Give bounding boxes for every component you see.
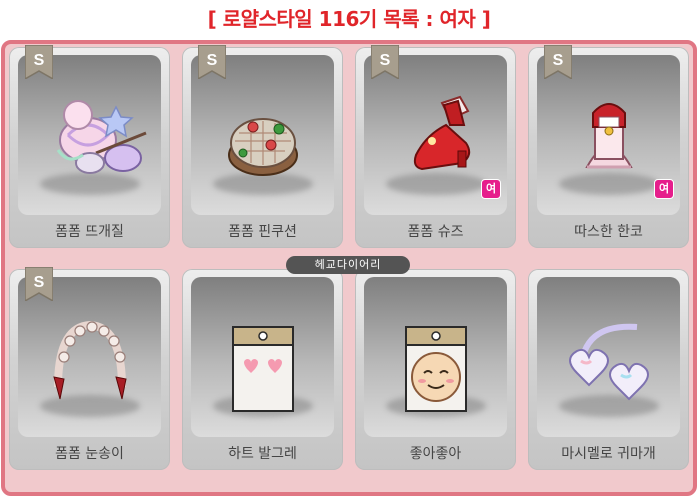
item-label: 마시멜로 귀마개 xyxy=(561,446,656,462)
item-label: 폼폼 슈즈 xyxy=(407,224,464,240)
svg-text:S: S xyxy=(34,52,45,69)
item-card-pompom-knitting[interactable]: S 폼폼 뜨개질 xyxy=(9,45,170,248)
svg-text:S: S xyxy=(207,52,218,69)
item-label: 폼폼 눈송이 xyxy=(55,446,124,462)
earmuffs-icon xyxy=(569,323,649,401)
watermark: 헤교다이어리 xyxy=(286,256,410,274)
item-label: 따스한 한코 xyxy=(574,224,643,240)
s-grade-badge-icon: S xyxy=(25,45,53,79)
female-badge: 여 xyxy=(654,179,674,199)
item-label: 좋아좋아 xyxy=(409,446,462,462)
item-card-likelike[interactable]: 좋아좋아 xyxy=(355,269,516,470)
item-card-warm-coat[interactable]: S 여 따스한 한코 xyxy=(528,45,689,248)
heart-blush-icon xyxy=(232,326,294,412)
female-badge: 여 xyxy=(481,179,501,199)
svg-text:S: S xyxy=(553,52,564,69)
pearl-ring-icon xyxy=(53,320,127,400)
item-card-marshmallow-earmuffs[interactable]: 마시멜로 귀마개 xyxy=(528,269,689,470)
s-grade-badge-icon: S xyxy=(25,267,53,301)
s-grade-badge-icon: S xyxy=(544,45,572,79)
item-card-pompom-pincushion[interactable]: S 폼폼 핀쿠션 xyxy=(182,45,343,248)
happy-face-icon xyxy=(405,326,467,412)
item-card-heart-blush[interactable]: 하트 발그레 xyxy=(182,269,343,470)
s-grade-badge-icon: S xyxy=(198,45,226,79)
pincushion-icon xyxy=(228,118,298,176)
s-grade-badge-icon: S xyxy=(371,45,399,79)
svg-text:S: S xyxy=(380,52,391,69)
item-label: 하트 발그레 xyxy=(228,446,297,462)
item-label: 폼폼 뜨개질 xyxy=(55,224,124,240)
page-title: [ 로얄스타일 116기 목록 : 여자 ] xyxy=(207,7,491,31)
item-card-pompom-shoes[interactable]: S 여 폼폼 슈즈 xyxy=(355,45,516,248)
item-label: 폼폼 핀쿠션 xyxy=(228,224,297,240)
item-card-pompom-snowflake[interactable]: S 폼폼 눈송이 xyxy=(9,267,170,470)
yarn-knitting-icon xyxy=(56,100,147,174)
svg-text:S: S xyxy=(34,274,45,291)
